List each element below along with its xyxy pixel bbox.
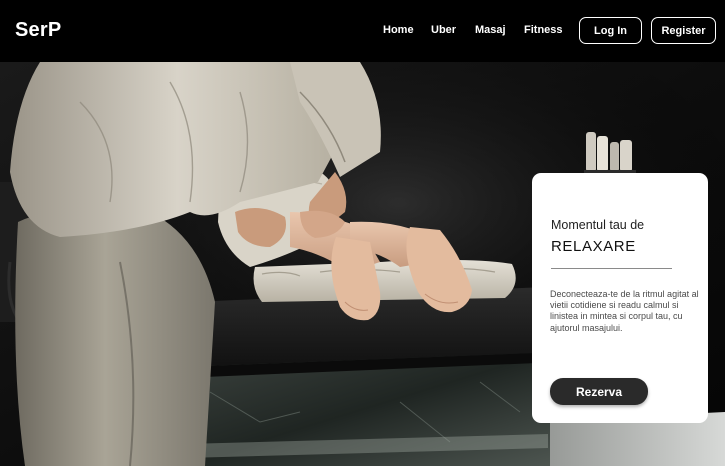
card-title: RELAXARE [551,238,636,255]
login-button[interactable]: Log In [579,17,642,44]
register-button[interactable]: Register [651,17,716,44]
nav-link-masaj[interactable]: Masaj [475,24,506,36]
brand-logo[interactable]: SerP [15,19,61,42]
book-button[interactable]: Rezerva [550,378,648,405]
top-navbar: SerP Home Uber Masaj Fitness Log In Regi… [0,0,725,62]
nav-link-fitness[interactable]: Fitness [524,24,563,36]
relaxation-card: Momentul tau de RELAXARE Deconecteaza-te… [532,173,708,423]
card-description: Deconecteaza-te de la ritmul agitat al v… [550,289,699,333]
card-divider [551,268,672,269]
nav-link-uber[interactable]: Uber [431,24,456,36]
card-kicker: Momentul tau de [551,218,645,232]
nav-link-home[interactable]: Home [383,24,414,36]
